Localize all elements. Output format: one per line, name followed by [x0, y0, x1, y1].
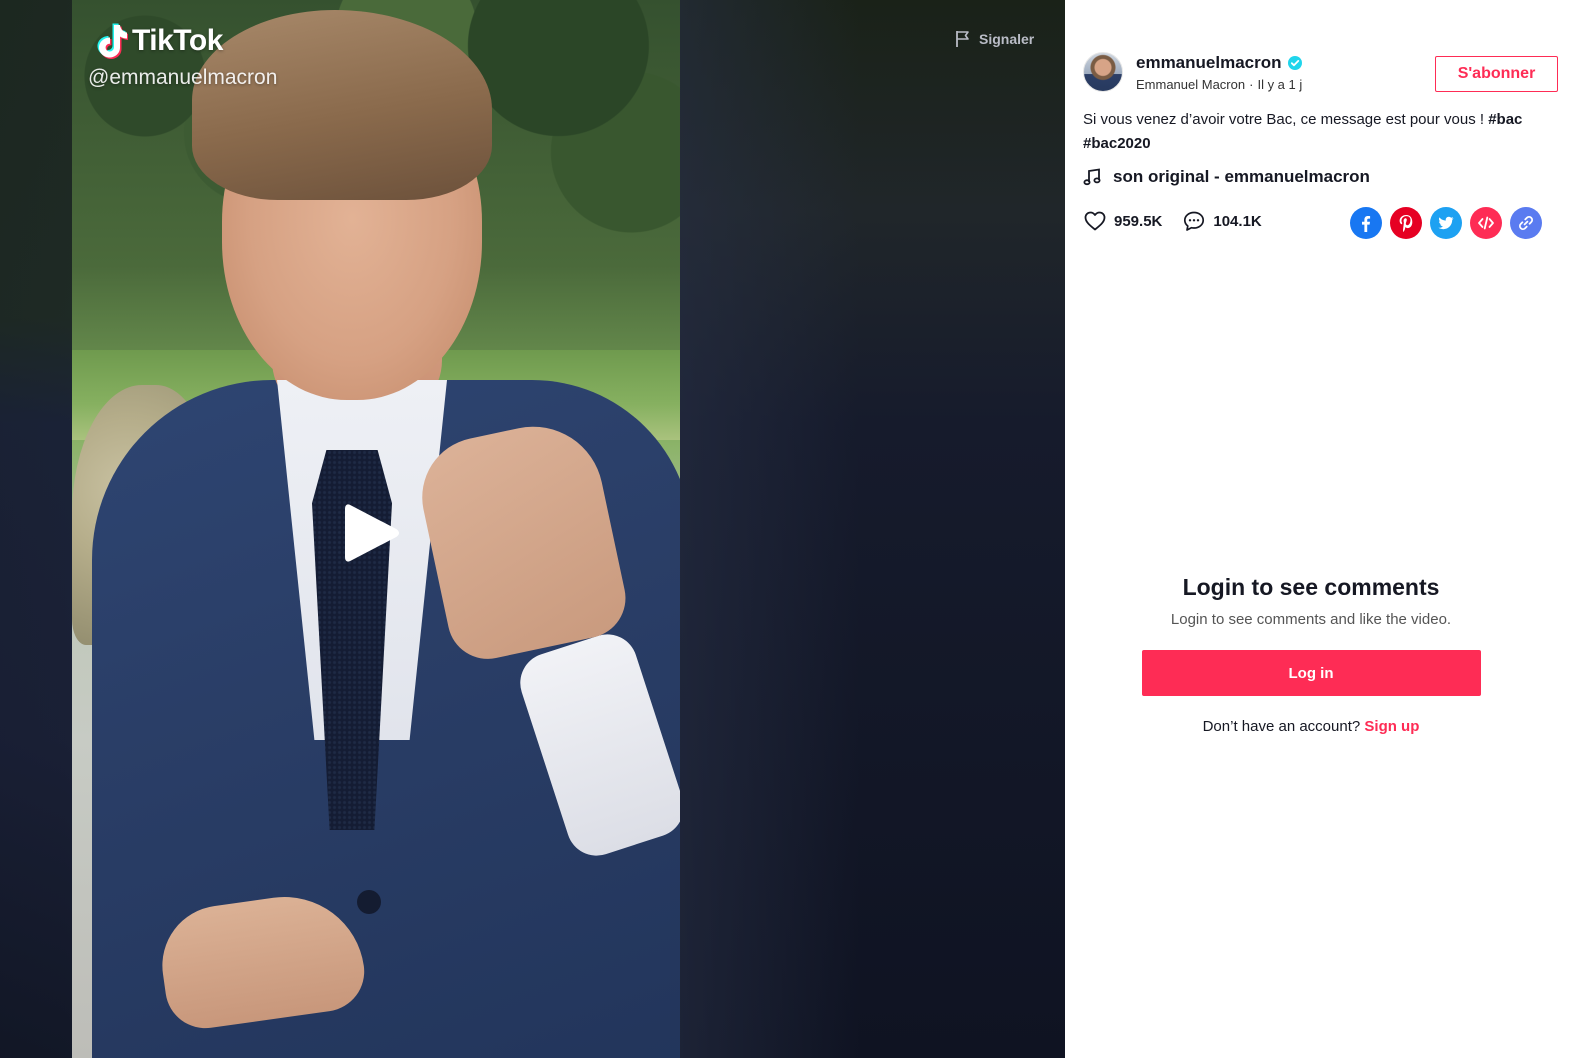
video-caption: Si vous venez d’avoir votre Bac, ce mess… — [1083, 108, 1553, 156]
caption-text: Si vous venez d’avoir votre Bac, ce mess… — [1083, 111, 1485, 128]
like-button[interactable]: 959.5K — [1083, 209, 1162, 233]
comment-button[interactable]: 104.1K — [1182, 209, 1262, 233]
avatar[interactable] — [1083, 52, 1123, 92]
comments-login-gate: Login to see comments Login to see comme… — [1065, 574, 1557, 735]
hashtag-link[interactable]: #bac — [1488, 111, 1522, 128]
author-block: emmanuelmacron Emmanuel Macron · Il y a … — [1083, 52, 1302, 92]
share-embed-button[interactable] — [1470, 207, 1502, 239]
pinterest-icon — [1399, 215, 1413, 232]
author-username[interactable]: emmanuelmacron — [1136, 53, 1282, 73]
no-account-text: Don’t have an account? — [1202, 718, 1361, 735]
video-info-panel: emmanuelmacron Emmanuel Macron · Il y a … — [1065, 0, 1587, 1058]
play-icon[interactable] — [344, 502, 400, 564]
verified-badge-icon — [1287, 55, 1302, 70]
music-note-icon — [1083, 168, 1101, 186]
sign-up-link[interactable]: Sign up — [1364, 718, 1419, 735]
twitter-icon — [1438, 216, 1454, 230]
video-stage: TikTok @emmanuelmacron Signaler — [0, 0, 1065, 1058]
tiktok-watermark-text: TikTok — [132, 24, 223, 57]
hashtag-link[interactable]: #bac2020 — [1083, 135, 1151, 152]
report-label: Signaler — [979, 31, 1035, 47]
tiktok-watermark-handle: @emmanuelmacron — [88, 66, 278, 89]
follow-button[interactable]: S'abonner — [1435, 56, 1558, 92]
link-icon — [1519, 216, 1533, 230]
tiktok-watermark: TikTok — [94, 22, 223, 60]
username-row: emmanuelmacron — [1136, 53, 1302, 73]
subline-separator: · — [1249, 76, 1254, 92]
video-player[interactable]: TikTok @emmanuelmacron — [72, 0, 680, 1058]
author-display-name: Emmanuel Macron — [1136, 76, 1246, 92]
log-in-button[interactable]: Log in — [1141, 650, 1481, 696]
engagement-stats: 959.5K 104.1K — [1083, 209, 1282, 233]
comment-count: 104.1K — [1213, 212, 1262, 230]
signup-prompt: Don’t have an account? Sign up — [1065, 718, 1557, 735]
embed-icon — [1478, 216, 1494, 230]
music-label: son original - emmanuelmacron — [1113, 167, 1370, 186]
flag-icon — [956, 31, 969, 47]
share-twitter-button[interactable] — [1430, 207, 1462, 239]
tiktok-logo-icon — [97, 23, 128, 59]
share-buttons — [1350, 207, 1542, 239]
video-frame-jacket-button — [357, 890, 381, 914]
tiktok-video-page: TikTok @emmanuelmacron Signaler emmanuel… — [0, 0, 1587, 1058]
like-count: 959.5K — [1114, 212, 1163, 230]
report-button[interactable]: Signaler — [955, 30, 1034, 48]
share-pinterest-button[interactable] — [1390, 207, 1422, 239]
blurred-background-right — [680, 0, 1065, 1058]
comment-bubble-icon — [1184, 211, 1205, 231]
author-text: emmanuelmacron Emmanuel Macron · Il y a … — [1136, 53, 1302, 92]
heart-icon — [1084, 211, 1106, 231]
facebook-icon — [1362, 216, 1371, 232]
login-gate-title: Login to see comments — [1182, 574, 1440, 600]
author-subline: Emmanuel Macron · Il y a 1 j — [1136, 77, 1302, 92]
blurred-background-left — [0, 0, 72, 1058]
share-copy-link-button[interactable] — [1510, 207, 1542, 239]
post-time: Il y a 1 j — [1257, 76, 1303, 92]
login-gate-subtitle: Login to see comments and like the video… — [1170, 611, 1452, 628]
music-link[interactable]: son original - emmanuelmacron — [1083, 167, 1370, 187]
share-facebook-button[interactable] — [1350, 207, 1382, 239]
